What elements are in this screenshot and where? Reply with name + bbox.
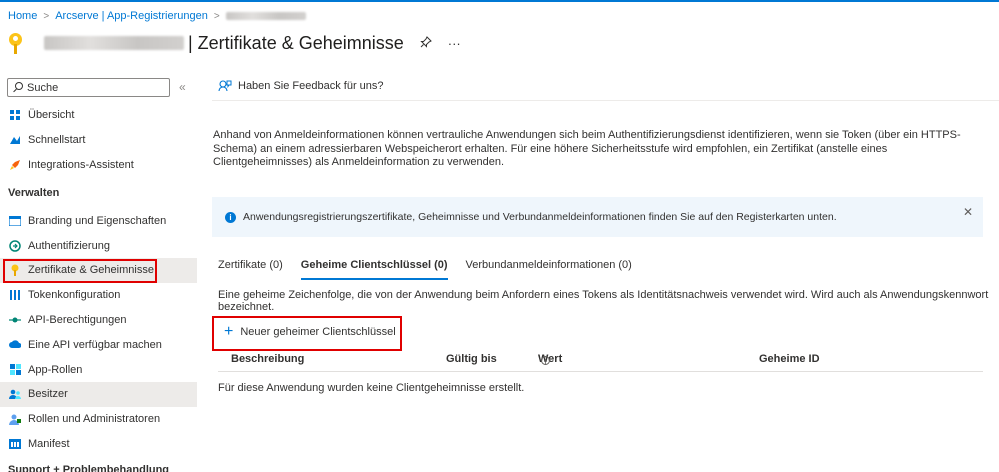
sidebar-item-label: Authentifizierung xyxy=(28,239,110,252)
column-header-expires[interactable]: Gültig bis xyxy=(446,353,497,365)
info-icon: i xyxy=(225,211,236,223)
sidebar-item-branding[interactable]: Branding und Eigenschaften xyxy=(0,208,197,233)
column-header-secret-id[interactable]: Geheime ID xyxy=(759,353,820,365)
sidebar-item-label: App-Rollen xyxy=(28,363,83,376)
sidebar-item-label: Integrations-Assistent xyxy=(28,158,134,171)
new-secret-highlight-box: + Neuer geheimer Clientschlüssel xyxy=(212,316,402,351)
new-client-secret-label: Neuer geheimer Clientschlüssel xyxy=(240,326,396,338)
section-manage: Verwalten xyxy=(8,186,60,199)
sidebar-nav: Übersicht Schnellstart Integrations-Assi… xyxy=(0,103,197,456)
table-header: Beschreibung Gültig bis Wert i Geheime I… xyxy=(218,350,983,372)
branding-icon xyxy=(9,215,21,227)
section-support: Support + Problembehandlung xyxy=(8,464,170,472)
info-icon[interactable]: i xyxy=(541,356,550,366)
page-header: | Zertifikate & Geheimnisse ··· xyxy=(8,30,461,56)
breadcrumb-app-name-redacted[interactable] xyxy=(225,12,306,20)
owners-icon xyxy=(9,388,21,400)
sidebar-search[interactable] xyxy=(7,78,170,97)
overview-icon xyxy=(9,109,21,121)
sidebar-item-expose-api[interactable]: Eine API verfügbar machen xyxy=(0,332,197,357)
toolbar-divider xyxy=(212,100,999,101)
new-client-secret-button[interactable]: + Neuer geheimer Clientschlüssel xyxy=(224,323,396,340)
sidebar-item-roles-admins[interactable]: Rollen und Administratoren xyxy=(0,407,197,432)
sidebar-item-token-configuration[interactable]: Tokenkonfiguration xyxy=(0,283,197,308)
sidebar-item-api-permissions[interactable]: API-Berechtigungen xyxy=(0,308,197,333)
sidebar-item-label: Besitzer xyxy=(28,388,68,401)
tab-certificates[interactable]: Zertifikate (0) xyxy=(218,259,283,281)
breadcrumb-separator: > xyxy=(213,10,220,22)
app-roles-icon xyxy=(9,364,21,376)
breadcrumb-separator: > xyxy=(43,10,50,22)
feedback-label: Haben Sie Feedback für uns? xyxy=(238,80,384,92)
column-header-description[interactable]: Beschreibung xyxy=(231,353,304,365)
collapse-sidebar-icon[interactable]: « xyxy=(179,80,186,94)
close-icon[interactable]: ✕ xyxy=(963,205,973,219)
sidebar-item-label: Übersicht xyxy=(28,109,75,122)
sidebar-item-label: Tokenkonfiguration xyxy=(28,289,121,302)
main-content: Haben Sie Feedback für uns? Anhand von A… xyxy=(212,72,999,472)
sidebar-item-label: Branding und Eigenschaften xyxy=(28,214,167,227)
search-input[interactable] xyxy=(27,81,157,94)
sidebar-item-label: Rollen und Administratoren xyxy=(28,413,161,426)
sidebar-item-label: Schnellstart xyxy=(28,134,86,147)
feedback-icon xyxy=(218,80,232,92)
key-icon xyxy=(8,32,24,54)
empty-table-message: Für diese Anwendung wurden keine Clientg… xyxy=(218,382,525,394)
tab-federated-credentials[interactable]: Verbundanmeldeinformationen (0) xyxy=(466,259,632,281)
sidebar-item-label: Zertifikate & Geheimnisse xyxy=(28,264,154,277)
client-secret-description: Eine geheime Zeichenfolge, die von der A… xyxy=(218,289,989,313)
plus-icon: + xyxy=(224,323,234,340)
sidebar-item-integration-assistant[interactable]: Integrations-Assistent xyxy=(0,153,197,178)
sidebar-item-authentication[interactable]: Authentifizierung xyxy=(0,233,197,258)
sidebar: « Übersicht Schnellstart Integrations-As… xyxy=(0,72,197,472)
page-description: Anhand von Anmeldeinformationen können v… xyxy=(213,129,961,168)
sidebar-item-manifest[interactable]: Manifest xyxy=(0,432,197,457)
tab-client-secrets[interactable]: Geheime Clientschlüssel (0) xyxy=(300,259,448,281)
sidebar-item-label: Manifest xyxy=(28,437,70,450)
top-accent-line xyxy=(0,0,999,2)
more-options-icon[interactable]: ··· xyxy=(448,36,461,51)
info-banner: i Anwendungsregistrierungszertifikate, G… xyxy=(212,197,983,237)
sidebar-item-certificates-secrets[interactable]: Zertifikate & Geheimnisse xyxy=(0,257,197,283)
info-banner-text: Anwendungsregistrierungszertifikate, Geh… xyxy=(243,211,837,223)
sidebar-item-owners[interactable]: Besitzer xyxy=(0,381,197,407)
sidebar-item-app-roles[interactable]: App-Rollen xyxy=(0,357,197,382)
sidebar-item-quickstart[interactable]: Schnellstart xyxy=(0,128,197,153)
app-name-redacted xyxy=(44,36,184,50)
sidebar-item-overview[interactable]: Übersicht xyxy=(0,103,197,128)
sidebar-item-label: Eine API verfügbar machen xyxy=(28,338,162,351)
key-icon xyxy=(9,264,21,277)
cloud-icon xyxy=(9,339,21,351)
sidebar-item-label: API-Berechtigungen xyxy=(28,313,127,326)
search-icon xyxy=(12,82,23,93)
tab-bar: Zertifikate (0) Geheime Clientschlüssel … xyxy=(218,259,650,281)
auth-icon xyxy=(9,239,21,252)
api-permissions-icon xyxy=(9,314,21,326)
column-header-value-wrapper[interactable]: Wert i xyxy=(538,353,562,366)
breadcrumb: Home > Arcserve | App-Registrierungen > xyxy=(8,9,306,23)
secrets-table: Beschreibung Gültig bis Wert i Geheime I… xyxy=(218,350,983,394)
quickstart-icon xyxy=(9,134,21,146)
rocket-icon xyxy=(9,159,21,171)
roles-icon xyxy=(9,413,21,425)
feedback-link[interactable]: Haben Sie Feedback für uns? xyxy=(218,80,384,92)
breadcrumb-home[interactable]: Home xyxy=(8,10,37,22)
breadcrumb-app-registrations[interactable]: Arcserve | App-Registrierungen xyxy=(55,10,208,22)
manifest-icon xyxy=(9,438,21,450)
pin-icon[interactable] xyxy=(420,35,432,51)
page-title: | Zertifikate & Geheimnisse xyxy=(188,32,404,53)
token-icon xyxy=(9,289,21,301)
